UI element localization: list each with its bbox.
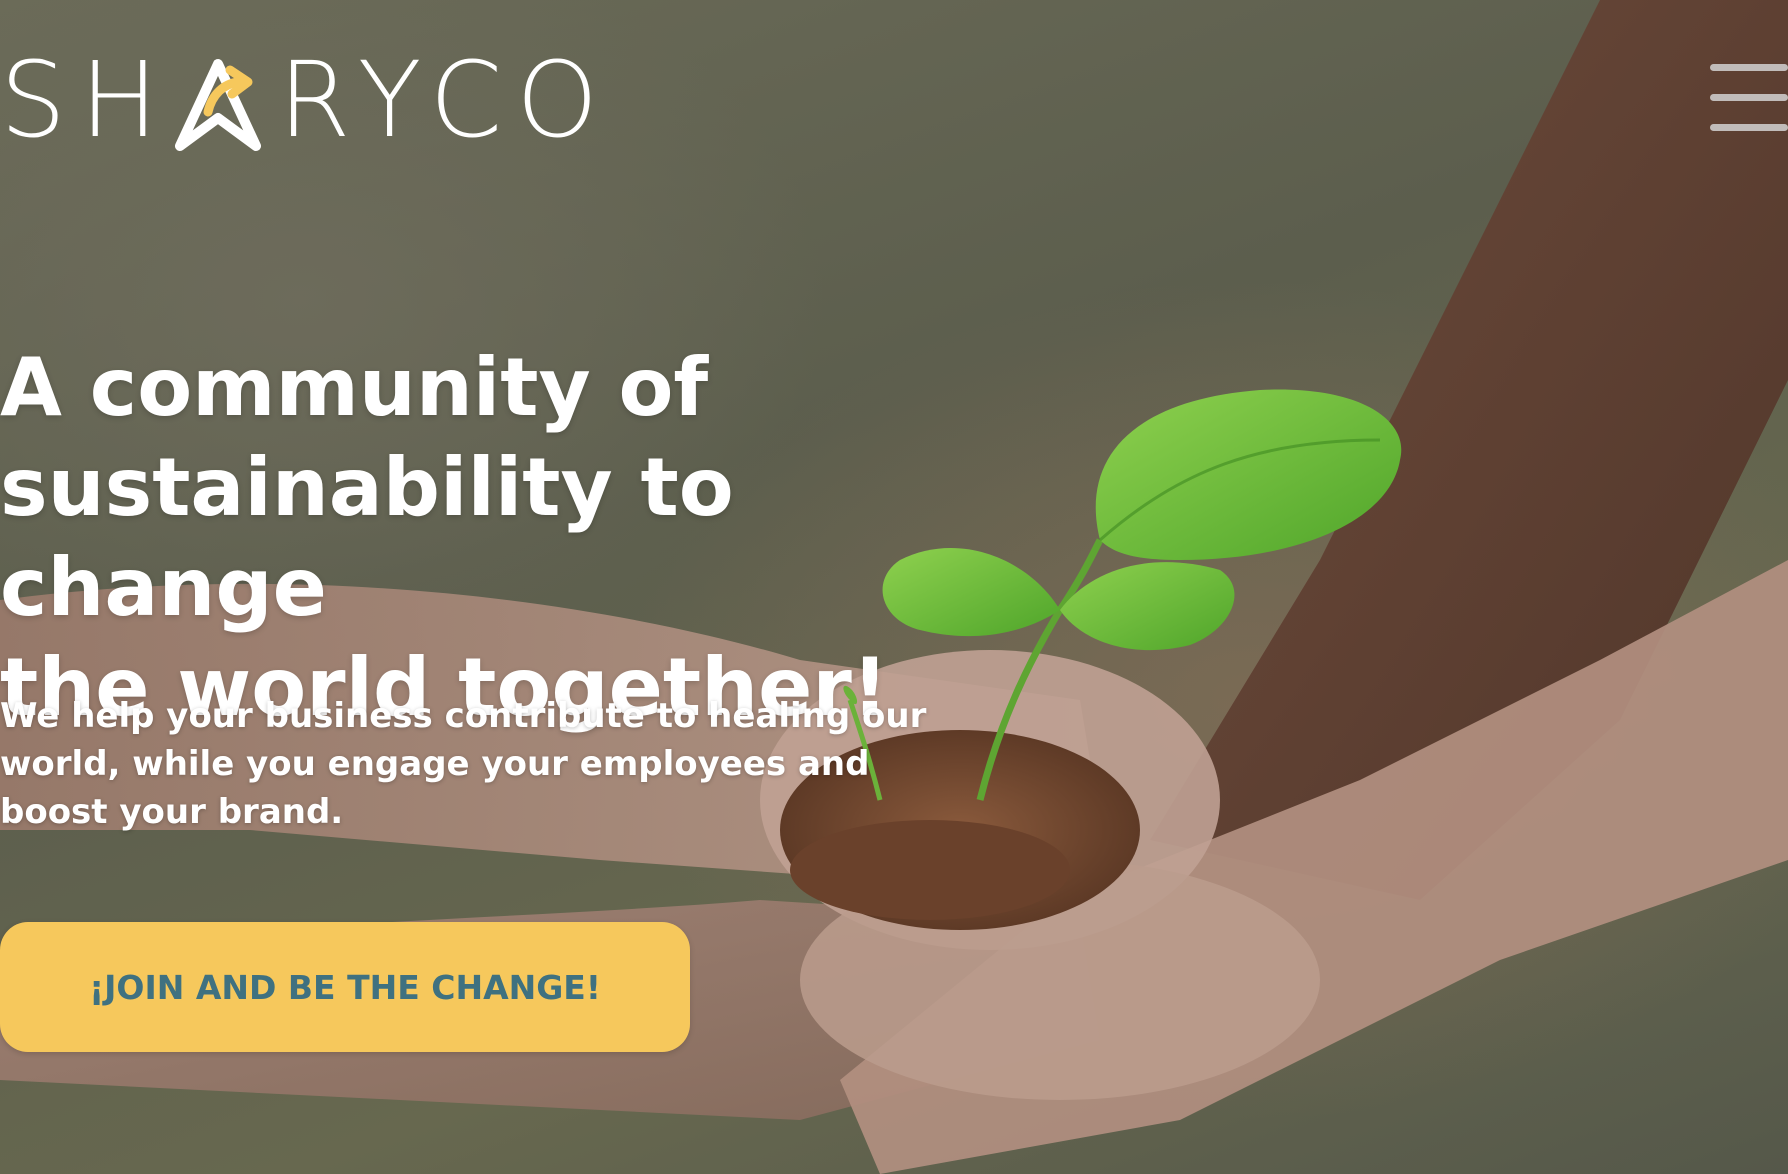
- hero-section: SH RYCO A community of sustainability to…: [0, 0, 1788, 1174]
- subtext-line-1: We help your business contribute to heal…: [0, 696, 927, 736]
- logo-text-start: SH: [0, 39, 173, 161]
- menu-bar-top: [1710, 64, 1788, 71]
- subtext-line-2: world, while you engage your employees a…: [0, 744, 870, 784]
- hero-headline: A community of sustainability to change …: [0, 338, 1080, 738]
- headline-line-1: A community of: [0, 341, 709, 434]
- hero-subtext: We help your business contribute to heal…: [0, 692, 940, 836]
- brand-logo[interactable]: SH RYCO: [0, 39, 613, 161]
- logo-text-end: RYCO: [278, 39, 613, 161]
- join-cta-button[interactable]: ¡JOIN AND BE THE CHANGE!: [0, 922, 690, 1052]
- headline-line-2: sustainability to change: [0, 441, 734, 634]
- logo-a-arrow-icon: [175, 59, 262, 151]
- menu-bar-middle: [1710, 94, 1788, 101]
- hamburger-menu-icon[interactable]: [1710, 64, 1788, 132]
- cta-label: ¡JOIN AND BE THE CHANGE!: [89, 967, 601, 1007]
- menu-bar-bottom: [1710, 124, 1788, 131]
- subtext-line-3: boost your brand.: [0, 792, 344, 832]
